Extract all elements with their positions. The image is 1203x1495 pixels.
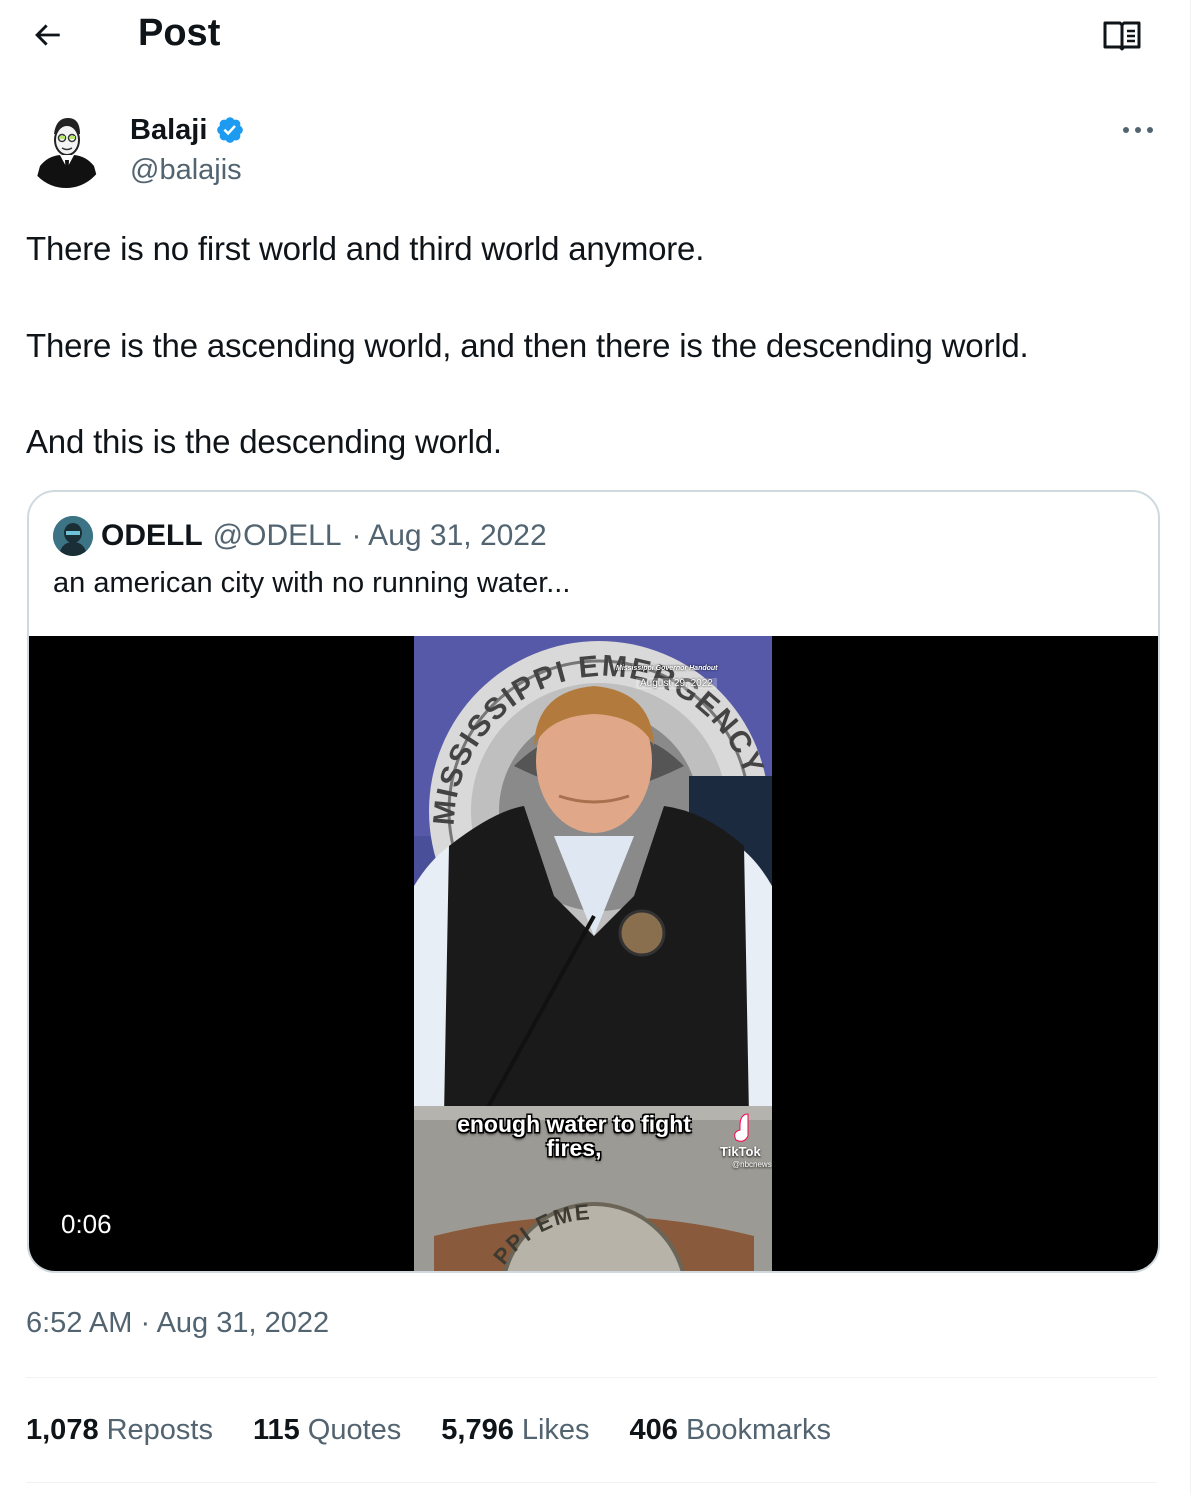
reader-mode-button[interactable] xyxy=(1100,14,1144,58)
video-player[interactable]: MISSISSIPPI EMERGENCY PPI EME Mississipp… xyxy=(29,636,1158,1271)
likes-stat[interactable]: 5,796 Likes xyxy=(441,1410,589,1450)
avatar-illustration xyxy=(53,516,93,556)
quoted-author-name[interactable]: ODELL xyxy=(101,517,203,555)
engagement-stats: 1,078 Reposts 115 Quotes 5,796 Likes 406 Boo… xyxy=(26,1410,871,1450)
quoted-author-avatar[interactable] xyxy=(53,516,93,556)
stat-label: Reposts xyxy=(106,1414,213,1446)
quotes-stat[interactable]: 115 Quotes xyxy=(253,1410,401,1450)
column-border xyxy=(1190,0,1191,1495)
video-caption-line: enough water to fight xyxy=(457,1111,691,1137)
video-handout-date: August 29, 2022 xyxy=(636,678,717,689)
more-options-button[interactable] xyxy=(1116,110,1160,150)
arrow-left-icon xyxy=(35,24,60,46)
video-still: MISSISSIPPI EMERGENCY PPI EME xyxy=(414,636,772,1271)
verified-badge-icon xyxy=(217,117,244,143)
reposts-stat[interactable]: 1,078 Reposts xyxy=(26,1410,213,1450)
video-handout-label: Mississippi Governor Handout xyxy=(616,665,718,672)
back-button[interactable] xyxy=(26,14,68,56)
tweet-text-line: And this is the descending world. xyxy=(26,423,502,460)
author-avatar[interactable] xyxy=(26,108,106,188)
more-dots-icon xyxy=(1123,127,1153,133)
bookmarks-stat[interactable]: 406 Bookmarks xyxy=(630,1410,831,1450)
author-handle[interactable]: @balajis xyxy=(130,152,242,188)
divider xyxy=(26,1482,1157,1483)
top-bar: Post xyxy=(0,0,1190,70)
divider xyxy=(26,1377,1157,1378)
avatar-illustration xyxy=(26,108,106,188)
stat-count: 5,796 xyxy=(441,1414,514,1446)
video-duration: 0:06 xyxy=(61,1209,112,1239)
tiktok-watermark: TikTok xyxy=(720,1144,761,1159)
stat-count: 115 xyxy=(252,1414,300,1446)
video-frame: MISSISSIPPI EMERGENCY PPI EME Mississipp… xyxy=(414,636,772,1271)
page-title: Post xyxy=(138,12,221,54)
tweet-text-line: There is the ascending world, and then t… xyxy=(26,327,1029,364)
stat-label: Bookmarks xyxy=(685,1414,831,1446)
author-name[interactable]: Balaji xyxy=(130,112,245,148)
tweet-text-line: There is no first world and third world … xyxy=(26,230,705,267)
quoted-tweet-date[interactable]: · Aug 31, 2022 xyxy=(352,517,547,555)
stat-count: 406 xyxy=(629,1414,678,1446)
video-caption-line: fires, xyxy=(546,1135,602,1161)
author-name-text: Balaji xyxy=(130,114,208,146)
stat-count: 1,078 xyxy=(26,1414,99,1446)
video-caption: enough water to fight fires, xyxy=(414,1112,734,1160)
stat-label: Quotes xyxy=(307,1414,402,1446)
open-book-icon xyxy=(1103,21,1141,51)
quoted-author-handle[interactable]: @ODELL xyxy=(213,517,342,555)
tiktok-watermark-handle: @nbcnews xyxy=(732,1160,772,1169)
stat-label: Likes xyxy=(521,1414,590,1446)
quoted-tweet-card[interactable]: ODELL @ODELL · Aug 31, 2022 an american … xyxy=(27,490,1160,1273)
quoted-tweet-header: ODELL @ODELL · Aug 31, 2022 xyxy=(101,517,547,555)
quoted-tweet-text: an american city with no running water..… xyxy=(53,567,571,599)
tweet-timestamp[interactable]: 6:52 AM · Aug 31, 2022 xyxy=(26,1304,329,1342)
